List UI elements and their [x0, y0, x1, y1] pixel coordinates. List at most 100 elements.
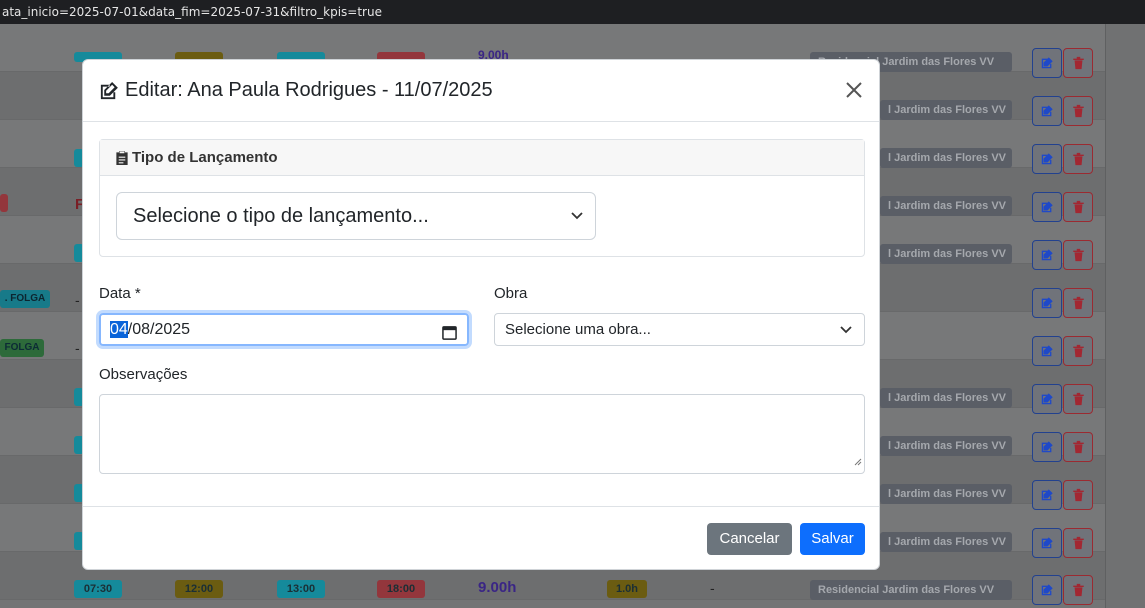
edit-button[interactable]: [1032, 288, 1062, 318]
edit-icon: [1041, 105, 1053, 117]
trash-icon: [1072, 56, 1084, 70]
edit-button[interactable]: [1032, 48, 1062, 78]
hours-text: 9.00h: [478, 579, 517, 596]
chevron-down-icon: [571, 193, 583, 257]
observacoes-label: Observações: [99, 366, 188, 383]
entrada-badge: 07:30: [74, 580, 122, 598]
edit-icon: [1041, 57, 1053, 69]
modal-footer: Cancelar Salvar: [83, 506, 879, 569]
calendar-icon[interactable]: [442, 321, 457, 350]
delete-button[interactable]: [1063, 96, 1093, 126]
folga-badge: . FOLGA: [0, 290, 50, 308]
edit-modal: Editar: Ana Paula Rodrigues - 11/07/2025…: [82, 59, 880, 570]
date-day-segment[interactable]: 04: [110, 321, 128, 338]
edit-button[interactable]: [1032, 432, 1062, 462]
site-badge: l Jardim das Flores VV: [880, 532, 1012, 552]
extra-badge: 1.0h: [607, 580, 647, 598]
edit-icon: [1041, 441, 1053, 453]
delete-button[interactable]: [1063, 144, 1093, 174]
edit-icon: [1041, 537, 1053, 549]
delete-button[interactable]: [1063, 480, 1093, 510]
modal-title: Editar: Ana Paula Rodrigues - 11/07/2025: [99, 79, 493, 102]
edit-button[interactable]: [1032, 575, 1062, 605]
trash-icon: [1072, 296, 1084, 310]
delete-button[interactable]: [1063, 336, 1093, 366]
edit-icon: [1041, 201, 1053, 213]
trash-icon: [1072, 104, 1084, 118]
edit-button[interactable]: [1032, 480, 1062, 510]
card-header-label: Tipo de Lançamento: [132, 149, 278, 166]
edit-button[interactable]: [1032, 96, 1062, 126]
trash-icon: [1072, 152, 1084, 166]
folga-badge: FOLGA: [0, 339, 44, 357]
edit-button[interactable]: [1032, 192, 1062, 222]
site-badge: Residencial Jardim das Flores VV: [810, 580, 1012, 600]
observacoes-textarea[interactable]: [99, 394, 865, 474]
resize-handle-icon[interactable]: [854, 453, 862, 471]
dash: -: [75, 292, 80, 308]
delete-button[interactable]: [1063, 528, 1093, 558]
obra-select-value: Selecione uma obra...: [505, 321, 651, 338]
chevron-down-icon: [840, 314, 852, 356]
edit-icon: [1041, 249, 1053, 261]
edit-icon: [1041, 584, 1053, 596]
site-badge: l Jardim das Flores VV: [880, 244, 1012, 264]
edit-button[interactable]: [1032, 240, 1062, 270]
saida-badge: 18:00: [377, 580, 425, 598]
status-badge: [0, 194, 8, 212]
edit-icon: [1041, 345, 1053, 357]
tipo-lancamento-card: Tipo de Lançamento Selecione o tipo de l…: [99, 139, 865, 257]
url-text: ata_inicio=2025-07-01&data_fim=2025-07-3…: [2, 5, 382, 19]
obra-label: Obra: [494, 285, 528, 302]
trash-icon: [1072, 440, 1084, 454]
delete-button[interactable]: [1063, 384, 1093, 414]
trash-icon: [1072, 248, 1084, 262]
saida-almoco-badge: 12:00: [175, 580, 223, 598]
modal-header: Editar: Ana Paula Rodrigues - 11/07/2025: [83, 60, 879, 122]
dash: -: [75, 340, 80, 356]
date-rest: /08/2025: [127, 321, 191, 338]
site-badge: l Jardim das Flores VV: [880, 436, 1012, 456]
delete-button[interactable]: [1063, 432, 1093, 462]
delete-button[interactable]: [1063, 192, 1093, 222]
trash-icon: [1072, 583, 1084, 597]
cancel-button[interactable]: Cancelar: [707, 523, 792, 555]
edit-icon: [1041, 297, 1053, 309]
site-badge: l Jardim das Flores VV: [880, 484, 1012, 504]
volta-almoco-badge: 13:00: [277, 580, 325, 598]
url-bar[interactable]: ata_inicio=2025-07-01&data_fim=2025-07-3…: [0, 0, 1145, 24]
tipo-lancamento-select[interactable]: Selecione o tipo de lançamento...: [116, 192, 596, 240]
edit-button[interactable]: [1032, 336, 1062, 366]
delete-button[interactable]: [1063, 575, 1093, 605]
edit-icon: [1041, 489, 1053, 501]
site-badge: l Jardim das Flores VV: [880, 100, 1012, 120]
trash-icon: [1072, 392, 1084, 406]
trash-icon: [1072, 536, 1084, 550]
modal-title-text: Editar: Ana Paula Rodrigues - 11/07/2025: [125, 79, 493, 101]
edit-icon: [1041, 153, 1053, 165]
trash-icon: [1072, 344, 1084, 358]
dash: -: [710, 580, 715, 596]
clipboard-icon: [116, 150, 128, 165]
save-button[interactable]: Salvar: [800, 523, 865, 555]
trash-icon: [1072, 488, 1084, 502]
edit-button[interactable]: [1032, 144, 1062, 174]
edit-icon: [1041, 393, 1053, 405]
edit-button[interactable]: [1032, 384, 1062, 414]
scrollbar[interactable]: [1105, 24, 1145, 608]
site-badge: l Jardim das Flores VV: [880, 196, 1012, 216]
tipo-select-value: Selecione o tipo de lançamento...: [133, 205, 429, 227]
delete-button[interactable]: [1063, 240, 1093, 270]
site-badge: l Jardim das Flores VV: [880, 148, 1012, 168]
obra-select[interactable]: Selecione uma obra...: [494, 313, 865, 346]
card-header: Tipo de Lançamento: [100, 140, 864, 176]
close-icon: [846, 82, 862, 98]
delete-button[interactable]: [1063, 288, 1093, 318]
close-button[interactable]: [843, 79, 865, 101]
data-label: Data *: [99, 285, 141, 302]
trash-icon: [1072, 200, 1084, 214]
date-input[interactable]: 04/08/2025: [99, 313, 469, 346]
site-badge: l Jardim das Flores VV: [880, 388, 1012, 408]
edit-button[interactable]: [1032, 528, 1062, 558]
delete-button[interactable]: [1063, 48, 1093, 78]
